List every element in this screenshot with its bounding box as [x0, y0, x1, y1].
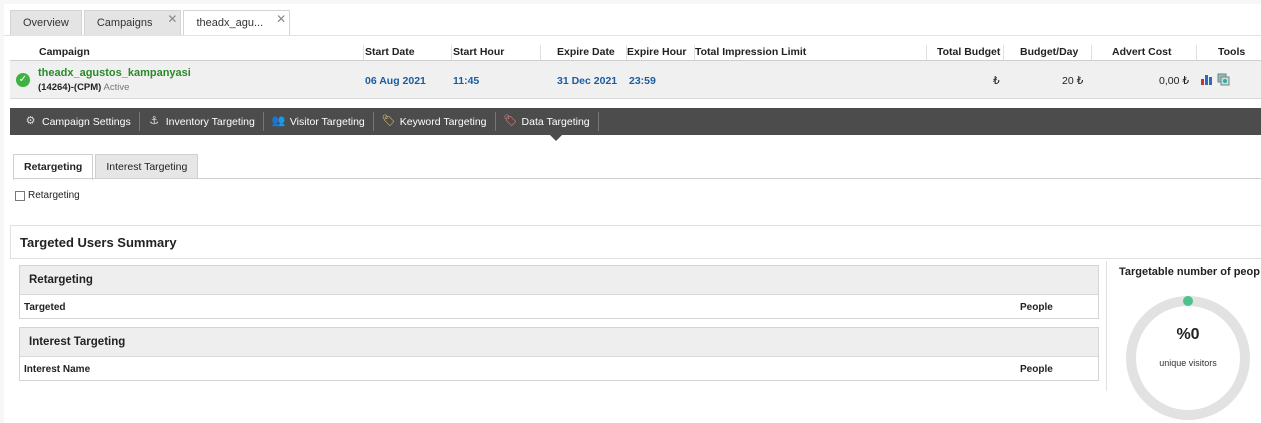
divider	[1106, 261, 1107, 391]
campaign-meta: (14264)-(CPM) Active	[38, 82, 129, 93]
tab-label: Overview	[23, 17, 69, 29]
gear-icon: ⚙	[25, 115, 36, 127]
checkbox-box[interactable]	[15, 190, 25, 201]
targetable-title: Targetable number of peop	[1119, 266, 1260, 278]
campaign-table: Campaign Start Date Start Hour Expire Da…	[10, 43, 1261, 99]
toolbar-label: Inventory Targeting	[165, 115, 255, 128]
top-tabs: Overview Campaigns ✕ theadx_agu... ✕	[10, 7, 291, 36]
tab-overview[interactable]: Overview	[10, 10, 82, 35]
expire-hour: 23:59	[629, 75, 656, 87]
table-row[interactable]: ✓ theadx_agustos_kampanyasi (14264)-(CPM…	[10, 61, 1261, 99]
toolbar-label: Visitor Targeting	[289, 115, 365, 128]
col-people: People	[1020, 302, 1053, 313]
col-start-date: Start Date	[365, 46, 415, 58]
tab-campaigns[interactable]: Campaigns ✕	[83, 7, 182, 35]
copy-icon[interactable]	[1217, 73, 1230, 86]
campaign-status: Active	[103, 82, 130, 93]
col-expire-date: Expire Date	[557, 46, 615, 58]
tab-label: theadx_agu...	[196, 17, 264, 29]
panel-title: Interest Targeting	[20, 328, 1098, 357]
divider	[926, 45, 927, 60]
page: Overview Campaigns ✕ theadx_agu... ✕ Campa…	[4, 4, 1261, 423]
tab-interest-targeting[interactable]: Interest Targeting	[95, 154, 199, 179]
divider	[1091, 45, 1092, 60]
summary-header: Targeted Users Summary	[10, 225, 1261, 259]
summary-title: Targeted Users Summary	[20, 235, 177, 250]
divider	[451, 45, 452, 60]
col-total-budget: Total Budget	[937, 46, 1001, 58]
users-icon: 👥	[271, 115, 286, 127]
toolbar-label: Campaign Settings	[42, 115, 131, 128]
visitor-targeting-button[interactable]: 👥 Visitor Targeting	[264, 112, 374, 131]
col-advert-cost: Advert Cost	[1112, 46, 1172, 58]
divider	[13, 178, 1261, 179]
targeting-toolbar: ⚙ Campaign Settings ⚓ Inventory Targeting …	[10, 108, 1261, 135]
panel-header-row: Interest Name People	[20, 357, 1098, 380]
close-icon[interactable]: ✕	[167, 7, 177, 32]
tab-campaign-detail[interactable]: theadx_agu... ✕	[183, 7, 291, 36]
start-date: 06 Aug 2021	[365, 75, 426, 87]
start-hour: 11:45	[453, 75, 480, 87]
retargeting-panel: Retargeting Targeted People	[19, 265, 1099, 319]
col-campaign: Campaign	[39, 46, 90, 58]
donut-percent: %0	[1176, 326, 1199, 343]
data-targeting-button[interactable]: 🏷 Data Targeting	[496, 112, 599, 131]
anchor-icon: ⚓	[149, 115, 160, 127]
panel-header-row: Targeted People	[20, 295, 1098, 318]
campaign-name[interactable]: theadx_agustos_kampanyasi	[38, 67, 191, 79]
tab-label: Interest Targeting	[106, 161, 188, 173]
budget-day: 20 ₺	[1062, 75, 1084, 87]
campaign-settings-button[interactable]: ⚙ Campaign Settings	[18, 112, 140, 131]
campaign-id-type: (14264)-(CPM)	[38, 82, 102, 93]
col-budget-day: Budget/Day	[1020, 46, 1079, 58]
col-tools: Tools	[1218, 46, 1246, 58]
targetable-donut: %0 unique visitors	[1126, 296, 1250, 420]
bar-chart-icon[interactable]	[1200, 73, 1213, 86]
tag-icon: 🏷	[381, 115, 396, 127]
toolbar-label: Keyword Targeting	[399, 115, 487, 128]
toolbar-label: Data Targeting	[521, 115, 590, 128]
panel-title: Retargeting	[20, 266, 1098, 295]
tab-retargeting[interactable]: Retargeting	[13, 154, 94, 180]
retargeting-checkbox[interactable]: Retargeting	[15, 190, 80, 201]
check-icon: ✓	[16, 73, 30, 87]
col-impression-limit: Total Impression Limit	[695, 46, 807, 58]
tab-label: Retargeting	[24, 161, 83, 173]
tab-label: Campaigns	[96, 17, 153, 29]
tools	[1200, 73, 1230, 86]
divider	[1003, 45, 1004, 60]
sub-tabs: Retargeting Interest Targeting	[13, 154, 199, 180]
divider	[4, 35, 1261, 36]
expire-date: 31 Dec 2021	[557, 75, 618, 87]
donut-marker	[1183, 296, 1193, 306]
col-start-hour: Start Hour	[453, 46, 505, 58]
close-icon[interactable]: ✕	[276, 7, 286, 32]
divider	[363, 45, 364, 60]
col-interest-name: Interest Name	[24, 364, 91, 375]
table-header: Campaign Start Date Start Hour Expire Da…	[10, 43, 1261, 61]
col-targeted: Targeted	[24, 302, 66, 313]
active-pointer	[550, 135, 562, 141]
col-expire-hour: Expire Hour	[627, 46, 687, 58]
interest-panel: Interest Targeting Interest Name People	[19, 327, 1099, 381]
inventory-targeting-button[interactable]: ⚓ Inventory Targeting	[140, 112, 264, 131]
tag-icon: 🏷	[503, 115, 518, 127]
divider	[1196, 45, 1197, 60]
col-people: People	[1020, 364, 1053, 375]
divider	[540, 45, 541, 60]
donut-caption: unique visitors	[1159, 358, 1217, 368]
advert-cost: 0,00 ₺	[1159, 75, 1190, 87]
checkbox-label: Retargeting	[28, 190, 80, 201]
keyword-targeting-button[interactable]: 🏷 Keyword Targeting	[374, 112, 496, 131]
total-budget: ₺	[993, 75, 1000, 87]
